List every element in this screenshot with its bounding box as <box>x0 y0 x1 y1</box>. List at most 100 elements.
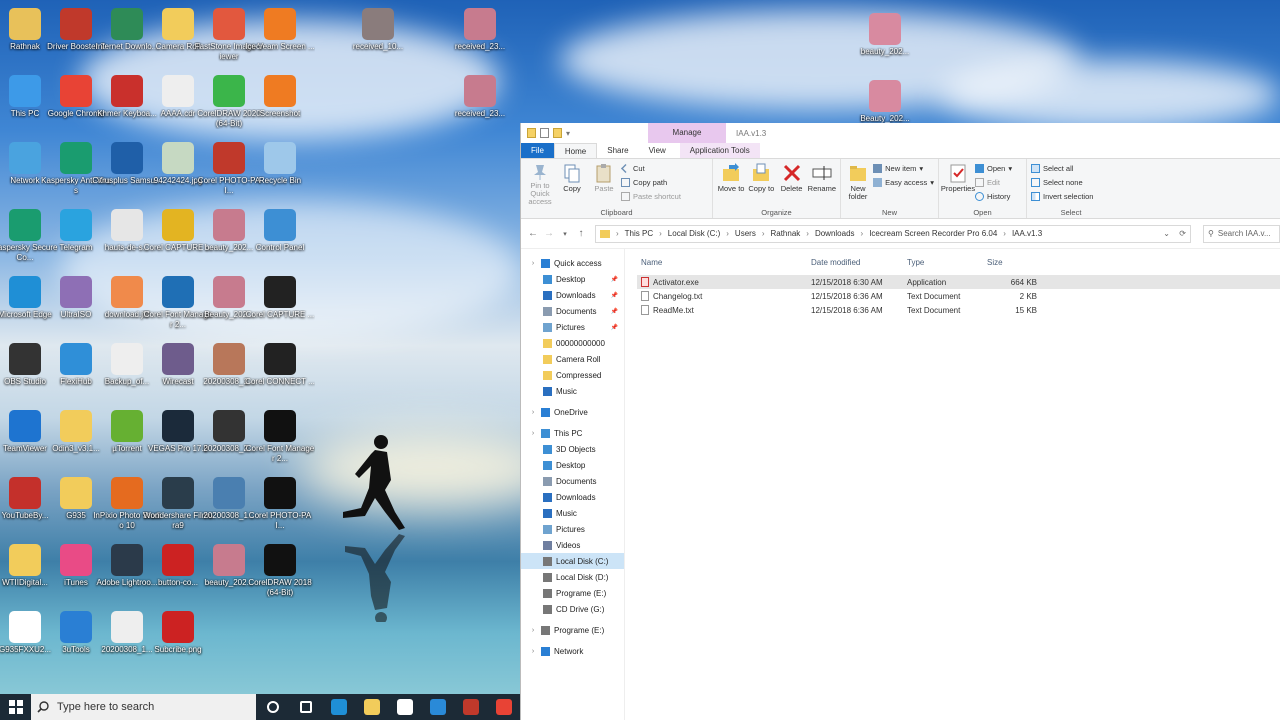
properties-check-icon[interactable] <box>540 128 549 138</box>
desktop-icon[interactable]: Subcribe.png <box>143 607 213 673</box>
nav-item[interactable]: 00000000000 <box>521 335 624 351</box>
up-arrow-icon[interactable]: ↑ <box>573 228 589 239</box>
select-all-button[interactable]: Select all <box>1031 163 1093 174</box>
column-header-type[interactable]: Type <box>907 258 987 267</box>
nav-item[interactable]: Music <box>521 383 624 399</box>
search-input[interactable]: ⚲ Search IAA.v... <box>1203 224 1280 243</box>
taskbar-button[interactable] <box>289 694 322 720</box>
column-header-date[interactable]: Date modified <box>811 258 907 267</box>
breadcrumb-item[interactable]: Local Disk (C:) <box>668 229 720 238</box>
nav-item[interactable]: Pictures 📌 <box>521 319 624 335</box>
history-button[interactable]: History <box>975 191 1012 202</box>
expand-chevron-icon[interactable]: › <box>529 430 537 437</box>
properties-button[interactable]: Properties <box>941 161 975 206</box>
nav-item[interactable]: Compressed <box>521 367 624 383</box>
address-dropdown-icon[interactable]: ⌄ <box>1163 229 1170 238</box>
taskbar-button[interactable] <box>487 694 520 720</box>
new-item-button[interactable]: New item ▾ <box>873 163 934 174</box>
column-header-size[interactable]: Size <box>987 258 1037 267</box>
copy-button[interactable]: Copy <box>557 161 587 206</box>
desktop-icon[interactable]: Control Panel <box>245 205 315 271</box>
nav-programe-drive[interactable]: › Programe (E:) <box>521 622 624 638</box>
nav-item[interactable]: Pictures <box>521 521 624 537</box>
taskbar-button[interactable] <box>355 694 388 720</box>
delete-button[interactable]: Delete <box>777 161 805 206</box>
nav-item[interactable]: Local Disk (D:) <box>521 569 624 585</box>
new-folder-button[interactable]: New folder <box>845 161 871 206</box>
paste-button[interactable]: Paste <box>589 161 619 206</box>
column-header-name[interactable]: Name <box>637 258 811 267</box>
pin-quick-access-button[interactable]: Pin to Quick access <box>525 161 555 206</box>
breadcrumb-item[interactable]: Rathnak <box>770 229 800 238</box>
new-folder-icon[interactable] <box>553 128 562 138</box>
nav-item[interactable]: CD Drive (G:) <box>521 601 624 617</box>
back-arrow-icon[interactable]: ← <box>525 228 541 239</box>
nav-network[interactable]: › Network <box>521 643 624 659</box>
desktop-icon[interactable]: Icecream Screen ... <box>245 4 315 70</box>
nav-item[interactable]: 3D Objects <box>521 441 624 457</box>
open-button[interactable]: Open ▾ <box>975 163 1012 174</box>
recent-locations-chevron-icon[interactable]: ▾ <box>557 230 573 238</box>
tab-view[interactable]: View <box>639 143 676 158</box>
tab-application-tools[interactable]: Application Tools <box>679 143 760 158</box>
taskbar-button[interactable] <box>421 694 454 720</box>
expand-chevron-icon[interactable]: › <box>529 409 537 416</box>
desktop-icon[interactable]: Recycle Bin <box>245 138 315 204</box>
expand-chevron-icon[interactable]: › <box>529 648 537 655</box>
desktop-icon[interactable]: Corel PHOTO-PAI... <box>245 473 315 539</box>
expand-chevron-icon[interactable]: › <box>529 260 537 267</box>
nav-item[interactable]: Desktop <box>521 457 624 473</box>
nav-item[interactable]: Camera Roll <box>521 351 624 367</box>
breadcrumb-item[interactable]: IAA.v1.3 <box>1012 229 1042 238</box>
select-none-button[interactable]: Select none <box>1031 177 1093 188</box>
taskbar-button[interactable] <box>454 694 487 720</box>
breadcrumb-item[interactable]: Users <box>735 229 756 238</box>
tab-share[interactable]: Share <box>597 143 638 158</box>
desktop-icon[interactable]: received_23... <box>445 4 515 70</box>
copy-path-button[interactable]: Copy path <box>621 177 681 188</box>
edit-button[interactable]: Edit <box>975 177 1012 188</box>
refresh-icon[interactable]: ⟳ <box>1179 229 1186 238</box>
start-button[interactable] <box>0 694 31 720</box>
nav-item[interactable]: Downloads 📌 <box>521 287 624 303</box>
nav-quick-access[interactable]: › Quick access <box>521 255 624 271</box>
nav-onedrive[interactable]: › OneDrive <box>521 404 624 420</box>
taskbar-button[interactable] <box>322 694 355 720</box>
address-bar[interactable]: › This PC › Local Disk (C:) › Users › Rathnak ›… <box>595 224 1191 243</box>
file-row[interactable]: ReadMe.txt 12/15/2018 6:36 AM Text Documen… <box>637 303 1280 317</box>
move-to-button[interactable]: Move to <box>717 161 745 206</box>
manage-contextual-tab[interactable]: Manage <box>648 123 727 143</box>
forward-arrow-icon[interactable]: → <box>541 228 557 239</box>
qat-dropdown-icon[interactable]: ▾ <box>566 129 570 138</box>
breadcrumb-item[interactable]: This PC <box>625 229 653 238</box>
taskbar-search-box[interactable]: Type here to search <box>31 694 256 720</box>
tab-home[interactable]: Home <box>553 143 598 158</box>
desktop-icon[interactable]: Corel CONNECT ... <box>245 339 315 405</box>
tab-file[interactable]: File <box>521 143 554 158</box>
breadcrumb-item[interactable]: Downloads <box>815 229 855 238</box>
file-row[interactable]: Changelog.txt 12/15/2018 6:36 AM Text Docu… <box>637 289 1280 303</box>
cut-button[interactable]: Cut <box>621 163 681 174</box>
breadcrumb-item[interactable]: Icecream Screen Recorder Pro 6.04 <box>869 229 997 238</box>
nav-item[interactable]: Music <box>521 505 624 521</box>
desktop-icon[interactable]: Corel Font Manager 2... <box>245 406 315 472</box>
rename-button[interactable]: Rename <box>808 161 836 206</box>
nav-item[interactable]: Videos <box>521 537 624 553</box>
nav-item[interactable]: Documents 📌 <box>521 303 624 319</box>
desktop-icon[interactable]: beauty_202... <box>850 9 920 75</box>
expand-chevron-icon[interactable]: › <box>529 627 537 634</box>
copy-to-button[interactable]: Copy to <box>747 161 775 206</box>
nav-item[interactable]: Desktop 📌 <box>521 271 624 287</box>
taskbar-button[interactable] <box>388 694 421 720</box>
file-row[interactable]: Activator.exe 12/15/2018 6:30 AM Applicati… <box>637 275 1280 289</box>
nav-item[interactable]: Local Disk (C:) <box>521 553 624 569</box>
taskbar-button[interactable] <box>256 694 289 720</box>
invert-selection-button[interactable]: Invert selection <box>1031 191 1093 202</box>
nav-this-pc[interactable]: › This PC <box>521 425 624 441</box>
nav-item[interactable]: Programe (E:) <box>521 585 624 601</box>
desktop-icon[interactable]: received_10... <box>343 4 413 70</box>
paste-shortcut-button[interactable]: Paste shortcut <box>621 191 681 202</box>
desktop-icon[interactable]: received_23... <box>445 71 515 137</box>
desktop-icon[interactable]: Corel CAPTURE ... <box>245 272 315 338</box>
desktop-icon[interactable]: CorelDRAW 2018 (64-Bit) <box>245 540 315 606</box>
